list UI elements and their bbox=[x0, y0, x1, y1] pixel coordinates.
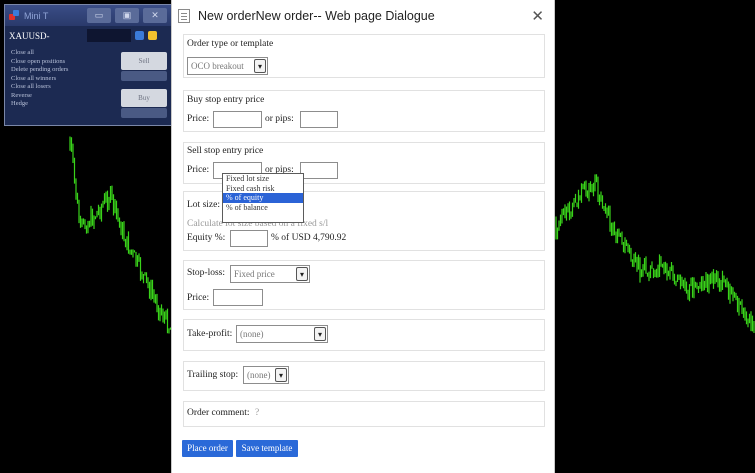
menu-close-all[interactable]: Close all bbox=[11, 49, 68, 58]
buy-button[interactable]: Buy bbox=[121, 89, 167, 107]
equity-label: Equity %: bbox=[187, 233, 226, 243]
equity-amount-label: % of USD 4,790.92 bbox=[271, 233, 347, 243]
trailing-stop-section: Trailing stop: (none) ▾ bbox=[183, 361, 545, 391]
menu-close-all-winners[interactable]: Close all winners bbox=[11, 75, 68, 84]
menu-close-open-positions[interactable]: Close open positions bbox=[11, 58, 68, 67]
buy-pips-input[interactable] bbox=[300, 111, 338, 128]
stop-loss-label: Stop-loss: bbox=[187, 268, 226, 278]
mini-actions-menu: Close all Close open positions Delete pe… bbox=[11, 49, 68, 109]
trailing-stop-value: (none) bbox=[247, 370, 271, 380]
mini-symbol-row: XAUUSD- bbox=[5, 26, 171, 45]
stop-loss-section: Stop-loss: Fixed price ▾ Price: bbox=[183, 260, 545, 310]
lot-option-fixed-cash-risk[interactable]: Fixed cash risk bbox=[223, 184, 303, 194]
stop-loss-price-label: Price: bbox=[187, 293, 210, 303]
mini-terminal-panel: Mini T ▭ ▣ ✕ XAUUSD- Close all Close ope… bbox=[4, 4, 172, 126]
order-type-value: OCO breakout bbox=[191, 61, 244, 71]
trailing-stop-select[interactable]: (none) ▾ bbox=[243, 366, 289, 384]
order-type-section: Order type or template OCO breakout ▾ bbox=[183, 34, 545, 78]
blue-status-icon[interactable] bbox=[135, 31, 144, 40]
trailing-stop-label: Trailing stop: bbox=[187, 370, 239, 380]
price-line-left bbox=[69, 136, 172, 334]
dialog-titlebar: New orderNew order-- Web page Dialogue ✕ bbox=[172, 0, 554, 32]
save-template-button[interactable]: Save template bbox=[236, 440, 298, 457]
menu-close-all-losers[interactable]: Close all losers bbox=[11, 83, 68, 92]
stop-loss-value: Fixed price bbox=[234, 269, 275, 279]
menu-reverse[interactable]: Reverse bbox=[11, 92, 68, 101]
buy-stop-label: Buy stop entry price bbox=[187, 95, 265, 105]
close-icon[interactable]: ✕ bbox=[143, 8, 167, 23]
lot-option-percent-equity[interactable]: % of equity bbox=[223, 193, 303, 203]
take-profit-value: (none) bbox=[240, 329, 264, 339]
place-order-button[interactable]: Place order bbox=[182, 440, 233, 457]
lot-size-label: Lot size: bbox=[187, 200, 220, 210]
page-icon bbox=[178, 9, 190, 23]
minimize-icon[interactable]: ▭ bbox=[87, 8, 111, 23]
take-profit-section: Take-profit: (none) ▾ bbox=[183, 319, 545, 351]
chevron-down-icon: ▾ bbox=[275, 368, 287, 382]
order-type-select[interactable]: OCO breakout ▾ bbox=[187, 57, 268, 75]
sell-value-field bbox=[121, 71, 167, 81]
sell-pips-input[interactable] bbox=[300, 162, 338, 179]
lot-option-percent-balance[interactable]: % of balance bbox=[223, 203, 303, 213]
buy-stop-section: Buy stop entry price Price: or pips: bbox=[183, 90, 545, 132]
mini-terminal-titlebar: Mini T ▭ ▣ ✕ bbox=[5, 5, 171, 26]
stop-loss-price-input[interactable] bbox=[213, 289, 263, 306]
order-comment-section: Order comment: ? bbox=[183, 401, 545, 427]
yellow-status-icon[interactable] bbox=[148, 31, 157, 40]
lot-option-fixed-lot[interactable]: Fixed lot size bbox=[223, 174, 303, 184]
order-comment-label: Order comment: bbox=[187, 408, 250, 418]
buy-price-input[interactable] bbox=[213, 111, 262, 128]
mini-terminal-logo-icon bbox=[9, 10, 20, 21]
mini-terminal-title: Mini T bbox=[24, 10, 49, 21]
stop-loss-select[interactable]: Fixed price ▾ bbox=[230, 265, 310, 283]
take-profit-select[interactable]: (none) ▾ bbox=[236, 325, 328, 343]
close-icon[interactable]: ✕ bbox=[531, 7, 544, 25]
new-order-dialog: New orderNew order-- Web page Dialogue ✕… bbox=[171, 0, 555, 473]
symbol-name: XAUUSD- bbox=[9, 30, 50, 41]
menu-delete-pending-orders[interactable]: Delete pending orders bbox=[11, 66, 68, 75]
sell-button[interactable]: Sell bbox=[121, 52, 167, 70]
lot-size-dropdown: Fixed lot size Fixed cash risk % of equi… bbox=[222, 173, 304, 223]
chevron-down-icon: ▾ bbox=[254, 59, 266, 73]
buy-price-label: Price: bbox=[187, 114, 210, 124]
chevron-down-icon: ▾ bbox=[296, 267, 308, 281]
order-comment-hint[interactable]: ? bbox=[255, 408, 259, 418]
order-type-label: Order type or template bbox=[187, 39, 274, 49]
take-profit-label: Take-profit: bbox=[187, 329, 233, 339]
chevron-down-icon: ▾ bbox=[314, 327, 326, 341]
equity-percent-input[interactable] bbox=[230, 230, 268, 247]
menu-hedge[interactable]: Hedge bbox=[11, 100, 68, 109]
sell-price-label: Price: bbox=[187, 165, 210, 175]
price-line-right bbox=[555, 174, 755, 333]
buy-pips-label: or pips: bbox=[265, 114, 294, 124]
symbol-selector[interactable] bbox=[87, 29, 131, 42]
restore-icon[interactable]: ▣ bbox=[115, 8, 139, 23]
dialog-title: New orderNew order-- Web page Dialogue bbox=[198, 9, 435, 23]
buy-value-field bbox=[121, 108, 167, 118]
sell-stop-label: Sell stop entry price bbox=[187, 146, 264, 156]
